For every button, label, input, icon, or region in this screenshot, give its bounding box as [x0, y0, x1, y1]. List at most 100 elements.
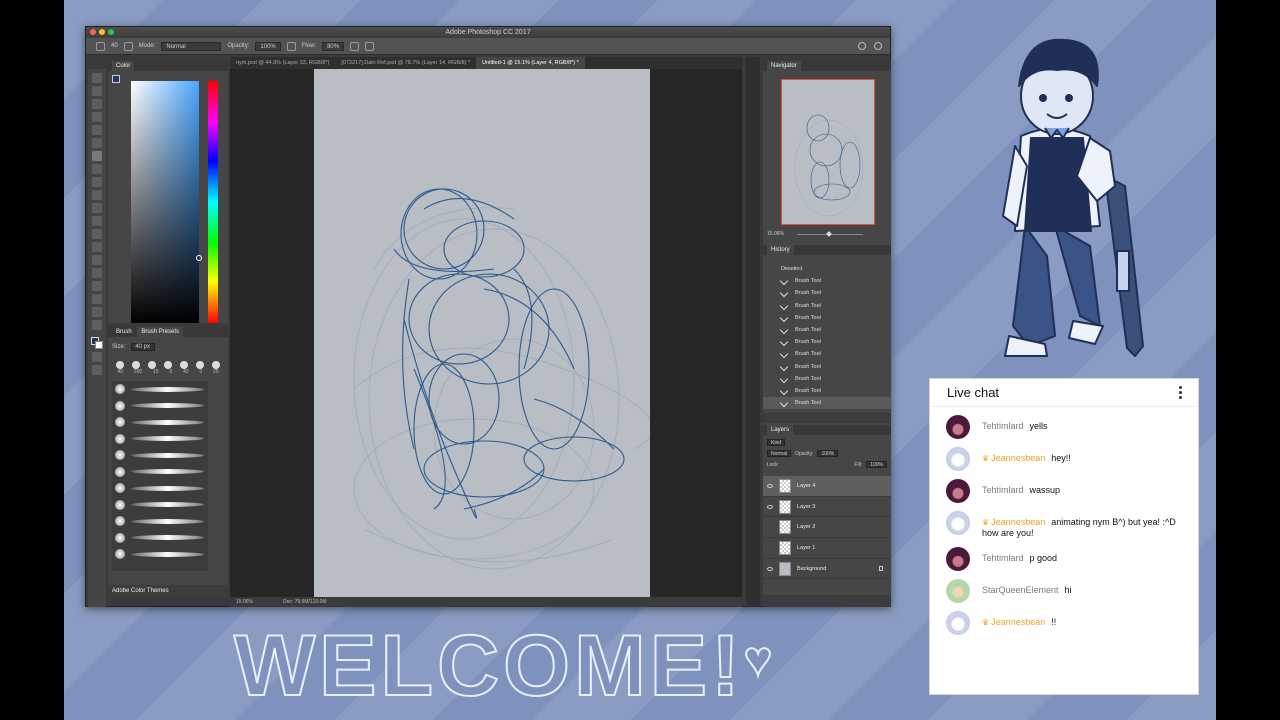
- sketch-canvas[interactable]: [314, 69, 650, 597]
- eraser-tool-icon[interactable]: [92, 203, 102, 213]
- brush-tip[interactable]: [212, 361, 220, 369]
- avatar[interactable]: [946, 479, 970, 503]
- brush-tip[interactable]: [148, 361, 156, 369]
- brush-preset[interactable]: [112, 431, 208, 448]
- blur-tool-icon[interactable]: [92, 229, 102, 239]
- message-author[interactable]: Jeannesbean: [991, 517, 1045, 527]
- minimize-window-button[interactable]: [99, 29, 105, 35]
- document-tab[interactable]: [072217] Dain Ref.psd @ 78.7% (Layer 14,…: [335, 57, 476, 69]
- history-item-current[interactable]: Brush Tool: [763, 397, 891, 410]
- layer-row[interactable]: Layer 4: [763, 476, 891, 497]
- close-window-button[interactable]: [90, 29, 96, 35]
- quick-mask-icon[interactable]: [92, 352, 102, 362]
- message-author[interactable]: Jeannesbean: [991, 617, 1045, 627]
- history-item[interactable]: Brush Tool: [763, 324, 891, 336]
- color-picker-ring[interactable]: [196, 255, 202, 261]
- background-color-swatch[interactable]: [95, 341, 103, 349]
- history-brush-tool-icon[interactable]: [92, 190, 102, 200]
- avatar[interactable]: [946, 579, 970, 603]
- path-selection-tool-icon[interactable]: [92, 281, 102, 291]
- brush-tool-icon[interactable]: [96, 41, 105, 51]
- brush-preset[interactable]: [112, 464, 208, 481]
- airbrush-icon[interactable]: [350, 41, 360, 51]
- marquee-tool-icon[interactable]: [92, 86, 102, 96]
- hand-tool-icon[interactable]: [92, 307, 102, 317]
- layer-row[interactable]: Layer 3: [763, 497, 891, 518]
- navigator-zoom[interactable]: 15.06%: [767, 231, 784, 237]
- hue-slider[interactable]: [208, 81, 218, 323]
- message-author[interactable]: Tehtimlard: [982, 553, 1024, 563]
- mode-select[interactable]: Normal: [161, 41, 222, 51]
- brush-tip[interactable]: [196, 361, 204, 369]
- eye-icon[interactable]: [767, 546, 773, 550]
- color-panel-tab[interactable]: Color: [112, 61, 135, 71]
- lasso-tool-icon[interactable]: [92, 99, 102, 109]
- brush-preset[interactable]: [112, 497, 208, 514]
- brush-preset[interactable]: [112, 447, 208, 464]
- avatar[interactable]: [946, 547, 970, 571]
- history-item[interactable]: Brush Tool: [763, 373, 891, 385]
- pen-tool-icon[interactable]: [92, 255, 102, 265]
- color-themes-tab[interactable]: Adobe Color Themes: [108, 585, 228, 597]
- canvas-area[interactable]: [230, 69, 742, 597]
- zoom-tool-icon[interactable]: [92, 320, 102, 330]
- avatar[interactable]: [946, 447, 970, 471]
- color-swatches[interactable]: [91, 337, 103, 349]
- brush-presets-tab[interactable]: Brush Presets: [137, 327, 184, 337]
- type-tool-icon[interactable]: [92, 268, 102, 278]
- history-item[interactable]: Brush Tool: [763, 287, 891, 299]
- avatar[interactable]: [946, 511, 970, 535]
- pencil-tool-icon[interactable]: [92, 164, 102, 174]
- avatar[interactable]: [946, 611, 970, 635]
- history-tab[interactable]: History: [767, 245, 794, 255]
- screen-mode-icon[interactable]: [92, 365, 102, 375]
- eye-icon[interactable]: [767, 566, 773, 571]
- layer-row[interactable]: Layer 1: [763, 538, 891, 559]
- document-tab[interactable]: nym.psd @ 44.9% (Layer 33, RGB/8*): [230, 57, 335, 69]
- eye-icon[interactable]: [767, 525, 773, 529]
- navigator-preview[interactable]: [781, 79, 875, 225]
- history-item[interactable]: Brush Tool: [763, 275, 891, 287]
- brush-tip[interactable]: [164, 361, 172, 369]
- brush-tip[interactable]: [180, 361, 188, 369]
- brush-preset[interactable]: [112, 414, 208, 431]
- brush-preset[interactable]: [112, 381, 208, 398]
- shape-tool-icon[interactable]: [92, 294, 102, 304]
- size-field[interactable]: 40 px: [131, 343, 156, 351]
- layer-row[interactable]: Layer 2: [763, 517, 891, 539]
- brush-tip[interactable]: [132, 361, 140, 369]
- brush-preset[interactable]: [112, 480, 208, 497]
- brush-preset[interactable]: [112, 546, 208, 563]
- brush-panel-toggle-icon[interactable]: [123, 41, 133, 51]
- brush-tool-icon[interactable]: [92, 151, 102, 161]
- brush-preset[interactable]: [112, 530, 208, 547]
- move-tool-icon[interactable]: [92, 73, 102, 83]
- search-icon[interactable]: [858, 42, 866, 50]
- history-item[interactable]: Brush Tool: [763, 300, 891, 312]
- history-item[interactable]: Brush Tool: [763, 336, 891, 348]
- current-color-swatch[interactable]: [112, 75, 120, 83]
- zoom-window-button[interactable]: [108, 29, 114, 35]
- document-tab-active[interactable]: Untitled-1 @ 15.1% (Layer 4, RGB/8*) *: [476, 57, 585, 69]
- workspace-icon[interactable]: [874, 42, 882, 50]
- dodge-tool-icon[interactable]: [92, 242, 102, 252]
- brush-size-readout[interactable]: 40: [111, 43, 118, 49]
- pressure-size-icon[interactable]: [365, 41, 375, 51]
- brush-preset[interactable]: [112, 398, 208, 415]
- layer-opacity-field[interactable]: 100%: [817, 450, 839, 457]
- history-item[interactable]: Brush Tool: [763, 312, 891, 324]
- history-item[interactable]: Brush Tool: [763, 348, 891, 360]
- crop-tool-icon[interactable]: [92, 125, 102, 135]
- color-picker-field[interactable]: [131, 81, 199, 323]
- zoom-readout[interactable]: 15.06%: [236, 597, 253, 607]
- message-author[interactable]: Tehtimlard: [982, 421, 1024, 431]
- avatar[interactable]: [946, 415, 970, 439]
- magic-wand-tool-icon[interactable]: [92, 112, 102, 122]
- blend-mode-select[interactable]: Normal: [767, 450, 792, 457]
- layer-filter-select[interactable]: Kind: [767, 439, 786, 446]
- message-author[interactable]: Jeannesbean: [991, 453, 1045, 463]
- brush-preset[interactable]: [112, 513, 208, 530]
- opacity-field[interactable]: 100%: [255, 41, 281, 51]
- message-author[interactable]: Tehtimlard: [982, 485, 1024, 495]
- pressure-opacity-icon[interactable]: [286, 41, 296, 51]
